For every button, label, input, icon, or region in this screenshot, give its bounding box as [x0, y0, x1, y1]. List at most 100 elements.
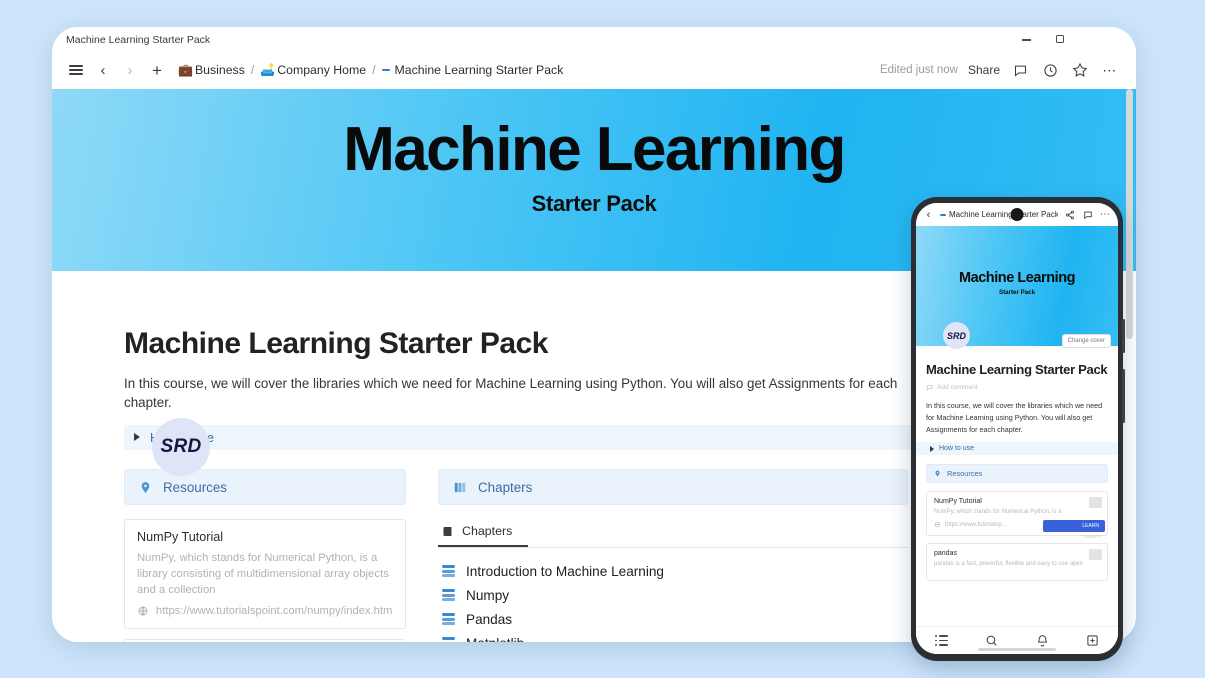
- globe-link-icon: [138, 606, 148, 616]
- back-chevron-icon[interactable]: ‹: [922, 209, 935, 221]
- phone-title-text: Machine Learning Starter Pack: [949, 210, 1058, 219]
- breadcrumb: 💼 Business / 🛋️ Company Home / Machine L…: [178, 63, 563, 77]
- phone-document-body: Machine Learning Starter Pack Add commen…: [916, 346, 1118, 654]
- forward-chevron-icon[interactable]: ›: [118, 58, 142, 82]
- home-indicator: [978, 648, 1056, 651]
- chapter-item[interactable]: Matplotlib: [438, 632, 908, 642]
- resources-section-header[interactable]: Resources: [124, 469, 406, 505]
- page-dash-icon: [940, 213, 946, 216]
- more-options-icon[interactable]: ⋯: [1100, 60, 1120, 80]
- browser-tab-strip: Machine Learning Starter Pack: [52, 27, 1136, 51]
- resource-card[interactable]: pandas pandas is a fast, powerful, flexi…: [124, 639, 406, 642]
- share-button[interactable]: Share: [968, 63, 1000, 77]
- chapter-label: Numpy: [466, 588, 510, 603]
- chapters-section-header[interactable]: Chapters: [438, 469, 908, 505]
- page-paragraph[interactable]: In this course, we will cover the librar…: [124, 375, 914, 413]
- page-dash-icon: [381, 68, 390, 72]
- resource-title: NumPy Tutorial: [137, 530, 224, 544]
- map-pin-icon: [141, 481, 150, 493]
- two-column-layout: Resources NumPy Tutorial NumPy, which st…: [124, 469, 924, 642]
- chapters-column: Chapters Chapters Introduction to Machin…: [438, 469, 908, 642]
- briefcase-icon: 💼: [178, 63, 193, 77]
- collapsed-triangle-icon: [930, 445, 934, 452]
- breadcrumb-label: Business: [194, 63, 245, 77]
- phone-resource-card[interactable]: LEARN NUMPY NumPy Tutorial NumPy, which …: [926, 491, 1108, 539]
- phone-page-title[interactable]: Machine Learning Starter Pack: [940, 210, 1058, 219]
- hamburger-menu-icon[interactable]: [64, 58, 88, 82]
- page-title[interactable]: Machine Learning Starter Pack: [124, 327, 914, 361]
- phone-cover-subtitle: Starter Pack: [998, 289, 1036, 296]
- phone-page-icon-badge[interactable]: SRD: [943, 322, 970, 349]
- camera-notch-icon: [1010, 208, 1024, 221]
- phone-mockup: ‹ Machine Learning Starter Pack ⋯ Machin…: [911, 197, 1125, 661]
- star-icon[interactable]: [1070, 60, 1090, 80]
- thumbnail-placeholder-icon: [1089, 549, 1102, 561]
- chapters-header-label: Chapters: [478, 479, 533, 495]
- phone-document-title[interactable]: Machine Learning Starter Pack: [926, 362, 1108, 378]
- add-comment-button[interactable]: Add comment: [926, 384, 1108, 391]
- breadcrumb-item-company-home[interactable]: 🛋️ Company Home: [260, 63, 366, 77]
- book-icon: [443, 526, 452, 536]
- more-options-icon[interactable]: ⋯: [1099, 209, 1112, 219]
- back-chevron-icon[interactable]: ‹: [91, 58, 115, 82]
- stack-icon: [442, 565, 455, 578]
- phone-resources-label: Resources: [947, 469, 983, 479]
- learn-badge: LEARN: [1043, 520, 1105, 533]
- toolbar-actions: Edited just now Share ⋯: [880, 51, 1120, 89]
- clock-history-icon[interactable]: [1040, 60, 1060, 80]
- chapter-label: Pandas: [466, 612, 513, 627]
- stack-icon: [442, 637, 455, 642]
- breadcrumb-item-business[interactable]: 💼 Business: [178, 63, 245, 77]
- chapter-label: Matplotlib: [466, 636, 524, 642]
- edited-status: Edited just now: [879, 64, 958, 76]
- list-icon[interactable]: [930, 630, 952, 652]
- resources-column: Resources NumPy Tutorial NumPy, which st…: [124, 469, 406, 642]
- resource-card[interactable]: NumPy Tutorial NumPy, which stands for N…: [124, 519, 406, 630]
- phone-resource-url: https://www.tutorialsp...: [945, 521, 1007, 528]
- comment-icon[interactable]: [1010, 60, 1030, 80]
- chapter-item[interactable]: Pandas: [438, 608, 908, 632]
- resource-description: NumPy, which stands for Numerical Python…: [137, 552, 389, 597]
- chapter-label: Introduction to Machine Learning: [466, 564, 664, 579]
- phone-paragraph[interactable]: In this course, we will cover the librar…: [926, 400, 1108, 435]
- comment-icon[interactable]: [1081, 210, 1094, 220]
- tab-chapters[interactable]: Chapters: [438, 519, 529, 547]
- phone-toggle-how-to-use[interactable]: How to use: [916, 442, 1118, 456]
- resource-url-row[interactable]: https://www.tutorialspoint.com/numpy/ind…: [137, 605, 393, 617]
- comment-icon: [926, 385, 933, 391]
- plus-icon[interactable]: +: [145, 58, 169, 82]
- phone-cover-banner: Machine Learning Starter Pack Change cov…: [916, 226, 1118, 349]
- page-icon-badge[interactable]: SRD: [152, 418, 210, 476]
- window-maximize-button[interactable]: [1052, 33, 1068, 47]
- change-cover-button[interactable]: Change cover: [1061, 334, 1111, 348]
- phone-bottom-nav: [916, 626, 1118, 654]
- phone-screen: ‹ Machine Learning Starter Pack ⋯ Machin…: [916, 203, 1118, 654]
- sofa-icon: 🛋️: [260, 63, 276, 77]
- browser-tab[interactable]: Machine Learning Starter Pack: [66, 34, 210, 46]
- add-square-icon[interactable]: [1082, 630, 1104, 652]
- phone-resource-description: pandas is a fast, powerful, flexible and…: [934, 561, 1084, 568]
- breadcrumb-separator: /: [372, 63, 376, 77]
- breadcrumb-label: Company Home: [277, 63, 367, 77]
- app-toolbar: ‹ › + 💼 Business / 🛋️ Company Home / Mac…: [52, 51, 1136, 89]
- breadcrumb-label: Machine Learning Starter Pack: [394, 63, 564, 77]
- thumbnail-placeholder-icon: [1089, 497, 1102, 509]
- phone-cover-title: Machine Learning: [958, 270, 1076, 286]
- chapter-item[interactable]: Numpy: [438, 584, 908, 608]
- chapter-item[interactable]: Introduction to Machine Learning: [438, 560, 908, 584]
- cover-title: Machine Learning: [343, 115, 846, 184]
- books-icon: [454, 482, 466, 492]
- phone-resource-title: NumPy Tutorial: [934, 498, 982, 506]
- vertical-scrollbar-thumb[interactable]: [1126, 89, 1133, 339]
- phone-resources-header[interactable]: Resources: [926, 464, 1108, 484]
- stack-icon: [442, 589, 455, 602]
- collapsed-triangle-icon[interactable]: [134, 433, 140, 442]
- phone-resource-card[interactable]: pandas pandas is a fast, powerful, flexi…: [926, 543, 1108, 582]
- document-content: Machine Learning Starter Pack In this co…: [124, 327, 914, 450]
- breadcrumb-item-current-page[interactable]: Machine Learning Starter Pack: [381, 63, 564, 77]
- window-minimize-button[interactable]: [1018, 33, 1034, 47]
- tab-label: Chapters: [462, 524, 513, 538]
- share-icon[interactable]: [1063, 210, 1076, 220]
- toggle-how-to-use[interactable]: How to use: [124, 424, 914, 450]
- add-comment-label: Add comment: [937, 384, 978, 392]
